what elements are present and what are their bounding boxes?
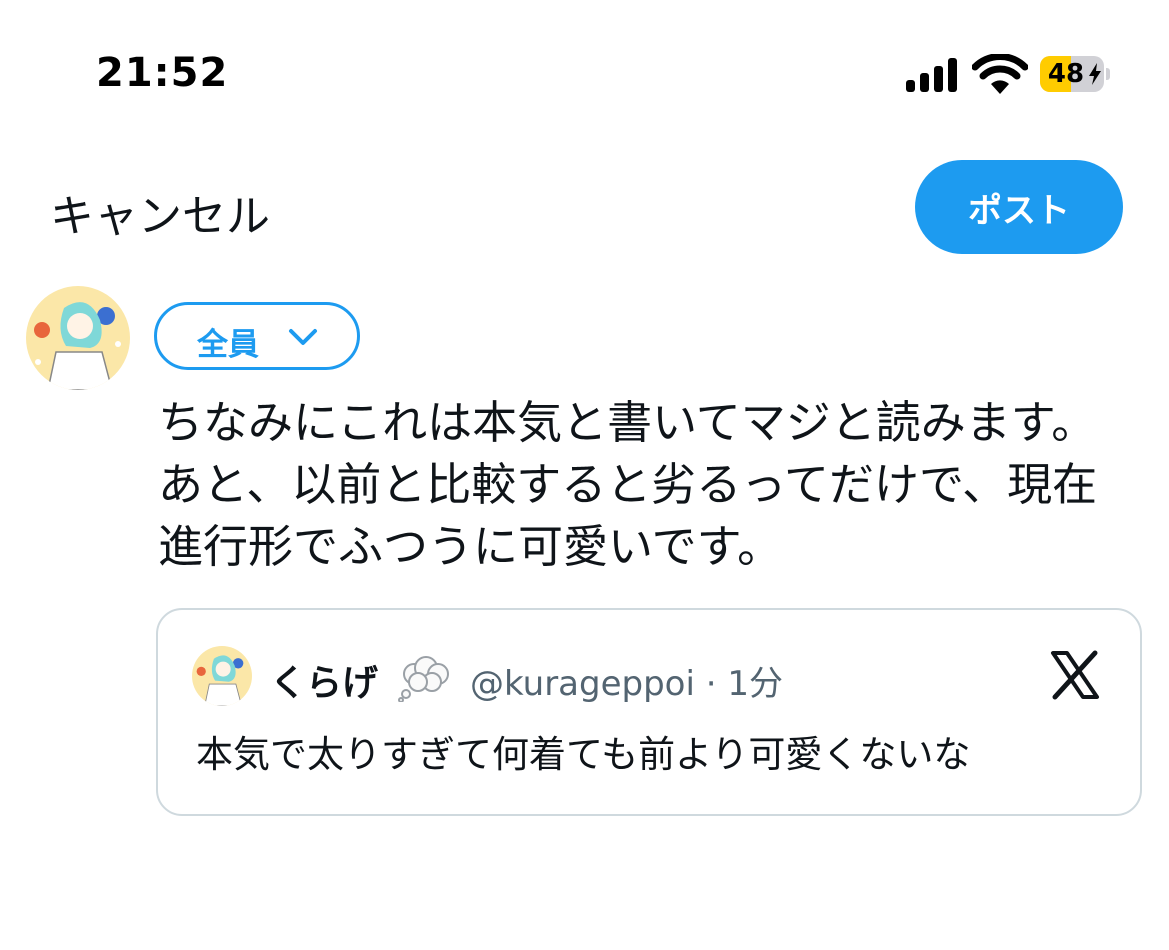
chevron-down-icon bbox=[289, 329, 317, 345]
quoted-post-display-name: くらげ bbox=[270, 663, 379, 704]
status-bar: 21:52 48 bbox=[0, 0, 1169, 150]
x-logo-icon bbox=[1051, 650, 1099, 700]
thought-balloon-icon bbox=[398, 656, 449, 702]
quoted-post-time: 1分 bbox=[727, 664, 783, 704]
wifi-icon bbox=[972, 54, 1028, 94]
avatar-illustration-icon bbox=[26, 286, 130, 390]
avatar-illustration-icon bbox=[192, 646, 252, 706]
quoted-post-meta: @kurageppoi · 1分 bbox=[470, 656, 783, 705]
audience-selector[interactable]: 全員 bbox=[154, 302, 360, 370]
quoted-post-card[interactable]: くらげ @kurageppoi · 1分 本気で太りすぎて何着ても前より可愛くな… bbox=[156, 608, 1142, 816]
meta-separator: · bbox=[705, 664, 717, 704]
status-time: 21:52 bbox=[96, 50, 229, 96]
battery-icon: 48 bbox=[1040, 56, 1110, 92]
quoted-post-avatar bbox=[192, 646, 252, 706]
battery-percentage: 48 bbox=[1047, 59, 1085, 89]
charging-bolt-icon bbox=[1089, 63, 1101, 85]
quoted-post-handle: @kurageppoi bbox=[470, 664, 695, 704]
compose-textarea[interactable]: ちなみにこれは本気と書いてマジと読みます。あと、以前と比較すると劣るってだけで、… bbox=[158, 392, 1128, 578]
quoted-post-text: 本気で太りすぎて何着ても前より可愛くないな bbox=[196, 733, 971, 776]
avatar[interactable] bbox=[26, 286, 130, 390]
compose-header: キャンセル ポスト bbox=[0, 150, 1169, 270]
audience-label: 全員 bbox=[197, 327, 259, 363]
cellular-signal-icon bbox=[906, 58, 958, 92]
post-button[interactable]: ポスト bbox=[915, 160, 1123, 254]
cancel-button[interactable]: キャンセル bbox=[50, 180, 270, 244]
